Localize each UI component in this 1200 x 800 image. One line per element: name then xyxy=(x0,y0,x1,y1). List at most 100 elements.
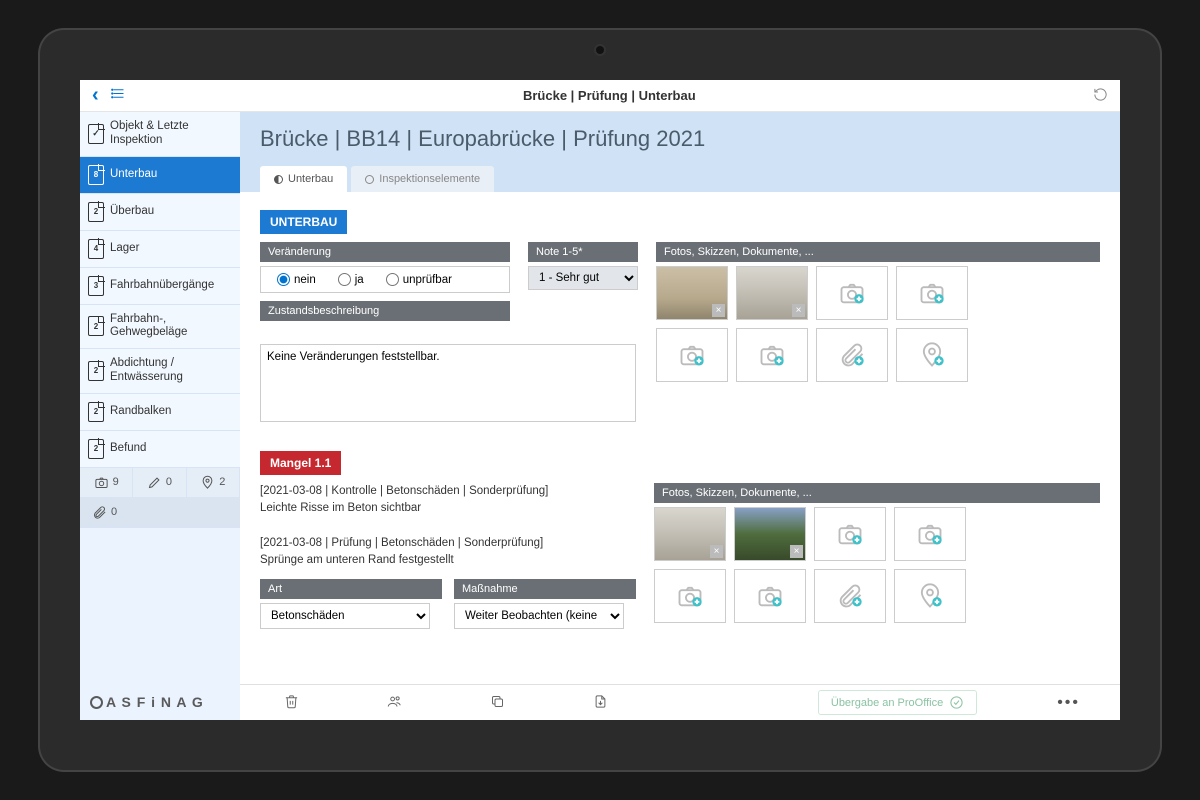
sidebar-item-befund[interactable]: 2 Befund xyxy=(80,431,240,468)
trash-button[interactable] xyxy=(280,690,303,716)
sidebar-item-ueberbau[interactable]: 2 Überbau xyxy=(80,194,240,231)
label-attachments: Fotos, Skizzen, Dokumente, ... xyxy=(656,242,1100,262)
delete-thumb-icon[interactable]: × xyxy=(710,545,723,558)
add-photo-tile[interactable] xyxy=(814,507,886,561)
sidebar-item-label: Fahrbahnübergänge xyxy=(110,279,232,293)
select-massnahme[interactable]: Weiter Beobachten (keine ... xyxy=(454,603,624,629)
add-photo-tile[interactable] xyxy=(656,328,728,382)
sidebar-item-randbalken[interactable]: 2 Randbalken xyxy=(80,394,240,431)
sidebar-item-label: Unterbau xyxy=(110,168,232,182)
bottombar: Übergabe an ProOffice ••• xyxy=(240,684,1120,720)
brand-logo: A S F i N A G xyxy=(80,684,240,720)
select-art[interactable]: Betonschäden xyxy=(260,603,430,629)
tabs: Unterbau Inspektionselemente xyxy=(260,166,1100,192)
label-art: Art xyxy=(260,579,442,599)
app-screen: ‹ Brücke | Prüfung | Unterbau Objekt & L… xyxy=(80,80,1120,720)
doc-icon: 8 xyxy=(88,165,104,185)
sidebar-item-label: Lager xyxy=(110,242,232,256)
add-photo-tile[interactable] xyxy=(894,507,966,561)
stat-photos[interactable]: 9 xyxy=(80,468,133,498)
doc-icon: 3 xyxy=(88,276,104,296)
device-camera xyxy=(596,46,604,54)
label-attachments: Fotos, Skizzen, Dokumente, ... xyxy=(654,483,1100,503)
copy-button[interactable] xyxy=(486,690,509,716)
topbar: ‹ Brücke | Prüfung | Unterbau xyxy=(80,80,1120,112)
add-attachment-tile[interactable] xyxy=(816,328,888,382)
sidebar-item-unterbau[interactable]: 8 Unterbau xyxy=(80,157,240,194)
stat-pins[interactable]: 2 xyxy=(187,468,240,498)
sidebar-item-object[interactable]: Objekt & Letzte Inspektion xyxy=(80,112,240,157)
add-photo-tile[interactable] xyxy=(654,569,726,623)
photo-thumb[interactable]: × xyxy=(654,507,726,561)
delete-thumb-icon[interactable]: × xyxy=(790,545,803,558)
more-button[interactable]: ••• xyxy=(1057,694,1080,712)
sidebar-item-label: Objekt & Letzte Inspektion xyxy=(110,120,232,148)
photo-thumb[interactable]: × xyxy=(736,266,808,320)
section-mangel: Mangel 1.1 [2021-03-08 | Kontrolle | Bet… xyxy=(260,451,1100,629)
section-badge-unterbau: UNTERBAU xyxy=(260,210,347,234)
add-photo-tile[interactable] xyxy=(736,328,808,382)
label-note: Note 1-5* xyxy=(528,242,638,262)
attachment-grid: × × xyxy=(656,266,1100,382)
tab-indicator-icon xyxy=(274,175,283,184)
tab-indicator-icon xyxy=(365,175,374,184)
photo-thumb[interactable]: × xyxy=(734,507,806,561)
sidebar-item-label: Befund xyxy=(110,442,232,456)
radio-unpruefbar[interactable]: unprüfbar xyxy=(376,271,462,288)
doc-icon: 2 xyxy=(88,402,104,422)
radio-ja[interactable]: ja xyxy=(328,271,374,288)
sidebar-item-fahrbahnuebergaenge[interactable]: 3 Fahrbahnübergänge xyxy=(80,268,240,305)
doc-icon: 4 xyxy=(88,239,104,259)
tablet-frame: ‹ Brücke | Prüfung | Unterbau Objekt & L… xyxy=(40,30,1160,770)
delete-thumb-icon[interactable]: × xyxy=(712,304,725,317)
brand-ring-icon xyxy=(90,696,103,709)
photo-thumb[interactable]: × xyxy=(656,266,728,320)
add-photo-tile[interactable] xyxy=(816,266,888,320)
doc-icon: 2 xyxy=(88,439,104,459)
camera-icon xyxy=(94,475,109,490)
radio-group-veraenderung: nein ja unprüfbar xyxy=(260,266,510,293)
sidebar-item-lager[interactable]: 4 Lager xyxy=(80,231,240,268)
sidebar-item-label: Überbau xyxy=(110,205,232,219)
select-note[interactable]: 1 - Sehr gut xyxy=(528,266,638,290)
sidebar-stats: 9 0 2 0 xyxy=(80,468,240,528)
defect-entry: [2021-03-08 | Kontrolle | Betonschäden |… xyxy=(260,483,636,569)
main-panel: Brücke | BB14 | Europabrücke | Prüfung 2… xyxy=(240,112,1120,720)
sidebar-item-fahrbahn-belaege[interactable]: 2 Fahrbahn-, Gehwegbeläge xyxy=(80,305,240,350)
add-attachment-tile[interactable] xyxy=(814,569,886,623)
section-badge-mangel: Mangel 1.1 xyxy=(260,451,341,475)
breadcrumb: Brücke | Prüfung | Unterbau xyxy=(132,88,1087,103)
users-button[interactable] xyxy=(383,690,406,716)
doc-check-icon xyxy=(88,124,104,144)
sidebar-item-label: Abdichtung / Entwässerung xyxy=(110,357,232,385)
radio-nein[interactable]: nein xyxy=(267,271,326,288)
label-veraenderung: Veränderung xyxy=(260,242,510,262)
refresh-icon[interactable] xyxy=(1087,87,1114,105)
export-pdf-button[interactable] xyxy=(589,690,612,716)
stat-attachments[interactable]: 0 xyxy=(80,498,240,528)
pin-icon xyxy=(200,475,215,490)
paperclip-icon xyxy=(92,505,107,520)
add-location-tile[interactable] xyxy=(896,328,968,382)
attachment-grid: × × xyxy=(654,507,1100,623)
add-photo-tile[interactable] xyxy=(896,266,968,320)
content-scroll[interactable]: UNTERBAU Veränderung nein ja unprüfbar Z… xyxy=(240,192,1120,684)
stat-edits[interactable]: 0 xyxy=(133,468,186,498)
add-photo-tile[interactable] xyxy=(734,569,806,623)
sidebar: Objekt & Letzte Inspektion 8 Unterbau 2 … xyxy=(80,112,240,720)
delete-thumb-icon[interactable]: × xyxy=(792,304,805,317)
doc-icon: 2 xyxy=(88,316,104,336)
doc-icon: 2 xyxy=(88,202,104,222)
tab-inspektionselemente[interactable]: Inspektionselemente xyxy=(351,166,494,192)
pencil-icon xyxy=(147,475,162,490)
add-location-tile[interactable] xyxy=(894,569,966,623)
label-zustand: Zustandsbeschreibung xyxy=(260,301,510,321)
transfer-button[interactable]: Übergabe an ProOffice xyxy=(818,690,977,715)
tab-unterbau[interactable]: Unterbau xyxy=(260,166,347,192)
textarea-zustand[interactable] xyxy=(260,344,636,422)
sidebar-item-abdichtung[interactable]: 2 Abdichtung / Entwässerung xyxy=(80,349,240,394)
back-button[interactable]: ‹ xyxy=(86,84,105,107)
doc-icon: 2 xyxy=(88,361,104,381)
label-massnahme: Maßnahme xyxy=(454,579,636,599)
list-icon[interactable] xyxy=(105,86,132,106)
